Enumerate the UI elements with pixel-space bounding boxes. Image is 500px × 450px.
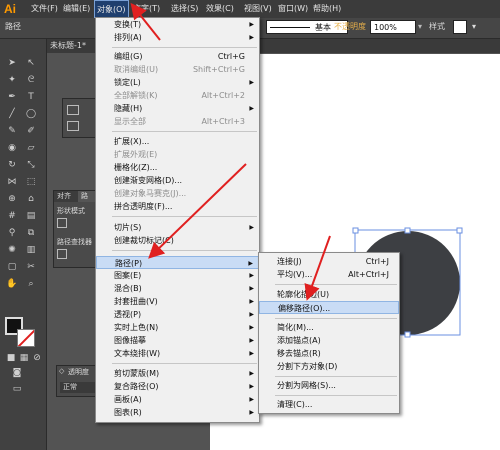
annotation-arrow-object-menu: [130, 2, 161, 41]
annotation-overlay: [130, 2, 331, 301]
annotation-arrow-offset-path: [304, 235, 331, 301]
annotation-arrow-path-item: [148, 163, 247, 259]
